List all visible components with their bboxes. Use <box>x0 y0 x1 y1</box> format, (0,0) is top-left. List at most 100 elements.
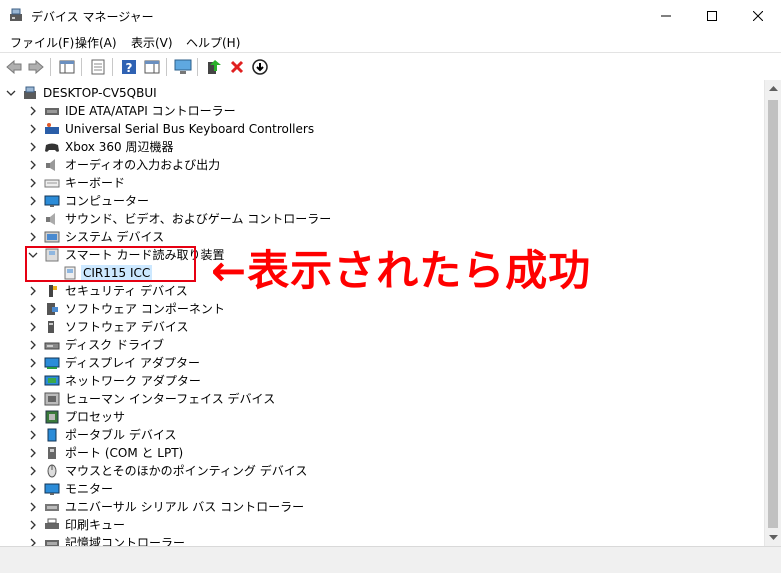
tree-category[interactable]: ポート (COM と LPT) <box>26 444 185 462</box>
tree-category[interactable]: IDE ATA/ATAPI コントローラー <box>26 102 238 120</box>
tree-category-label: サウンド、ビデオ、およびゲーム コントローラー <box>65 212 332 226</box>
chevron-right-icon[interactable] <box>26 120 40 138</box>
menu-file[interactable]: ファイル(F) <box>10 34 74 51</box>
tree-category[interactable]: ソフトウェア コンポーネント <box>26 300 227 318</box>
help-button[interactable]: ? <box>120 58 138 76</box>
chevron-right-icon[interactable] <box>26 462 40 480</box>
show-hide-console-tree-icon <box>59 60 75 74</box>
toolbar-separator <box>50 58 51 76</box>
menu-action[interactable]: 操作(A) <box>75 34 117 51</box>
tree-category[interactable]: ディスプレイ アダプター <box>26 354 202 372</box>
tree-category-label: ソフトウェア コンポーネント <box>65 302 225 316</box>
highlight-frame <box>25 246 196 282</box>
tree-category[interactable]: ヒューマン インターフェイス デバイス <box>26 390 277 408</box>
tree-category-label: ネットワーク アダプター <box>65 374 201 388</box>
tree-root[interactable]: DESKTOP-CV5QBUI <box>4 84 159 102</box>
chevron-right-icon[interactable] <box>26 516 40 534</box>
menu-help[interactable]: ヘルプ(H) <box>186 34 240 51</box>
chevron-right-icon[interactable] <box>26 408 40 426</box>
processor-icon <box>44 410 60 424</box>
system-device-icon <box>44 230 60 244</box>
tree-category[interactable]: セキュリティ デバイス <box>26 282 190 300</box>
uninstall-icon <box>230 60 244 74</box>
chevron-right-icon[interactable] <box>26 426 40 444</box>
update-driver-button[interactable] <box>205 58 223 76</box>
chevron-right-icon[interactable] <box>26 300 40 318</box>
chevron-right-icon[interactable] <box>26 480 40 498</box>
device-manager-app-icon <box>9 8 23 22</box>
scan-hardware-button[interactable] <box>174 58 192 76</box>
forward-button[interactable] <box>27 58 45 76</box>
chevron-right-icon[interactable] <box>26 138 40 156</box>
annotation-text: ←表示されたら成功 <box>211 246 592 295</box>
tree-category[interactable]: コンピューター <box>26 192 151 210</box>
tree-category[interactable]: ポータブル デバイス <box>26 426 178 444</box>
chevron-right-icon[interactable] <box>26 444 40 462</box>
chevron-right-icon[interactable] <box>26 282 40 300</box>
properties-button[interactable] <box>89 58 107 76</box>
disable-device-button[interactable] <box>251 58 269 76</box>
chevron-right-icon[interactable] <box>26 318 40 336</box>
tree-category[interactable]: マウスとそのほかのポインティング デバイス <box>26 462 309 480</box>
help-icon: ? <box>122 60 136 75</box>
tree-category[interactable]: サウンド、ビデオ、およびゲーム コントローラー <box>26 210 333 228</box>
show-hide-console-tree-button[interactable] <box>58 58 76 76</box>
storage-controller-icon <box>44 536 60 546</box>
chevron-right-icon[interactable] <box>26 174 40 192</box>
tree-category[interactable]: ディスク ドライブ <box>26 336 166 354</box>
tree-category-label: ディスプレイ アダプター <box>65 356 200 370</box>
chevron-right-icon[interactable] <box>26 102 40 120</box>
chevron-down-icon[interactable] <box>4 84 18 102</box>
tree-category-label: 印刷キュー <box>65 518 126 532</box>
chevron-right-icon[interactable] <box>26 156 40 174</box>
chevron-right-icon[interactable] <box>26 210 40 228</box>
tree-category-label: ポート (COM と LPT) <box>65 446 184 460</box>
chevron-right-icon[interactable] <box>26 390 40 408</box>
keyboard-controller-icon <box>44 122 60 136</box>
update-driver-icon <box>208 60 221 74</box>
tree-category[interactable]: プロセッサ <box>26 408 127 426</box>
sound-icon <box>44 212 60 226</box>
tree-category-label: コンピューター <box>65 194 150 208</box>
tree-category[interactable]: Universal Serial Bus Keyboard Controller… <box>26 120 316 138</box>
tree-category[interactable]: オーディオの入力および出力 <box>26 156 222 174</box>
chevron-right-icon[interactable] <box>26 354 40 372</box>
network-adapter-icon <box>44 374 60 388</box>
toolbar-separator <box>197 58 198 76</box>
title-bar: デバイス マネージャー <box>0 0 781 31</box>
tree-category[interactable]: 印刷キュー <box>26 516 127 534</box>
tree-category[interactable]: Xbox 360 周辺機器 <box>26 138 175 156</box>
chevron-right-icon[interactable] <box>26 534 40 546</box>
tree-category[interactable]: キーボード <box>26 174 127 192</box>
chevron-right-icon[interactable] <box>26 228 40 246</box>
action-pane-button[interactable] <box>143 58 161 76</box>
toolbar: ? <box>0 52 781 81</box>
minimize-button[interactable] <box>643 0 689 31</box>
menu-bar: ファイル(F) 操作(A) 表示(V) ヘルプ(H) <box>0 31 781 52</box>
tree-category[interactable]: モニター <box>26 480 115 498</box>
tree-category[interactable]: 記憶域コントローラー <box>26 534 187 546</box>
disable-device-icon <box>252 59 268 75</box>
minimize-icon <box>661 15 671 16</box>
menu-view[interactable]: 表示(V) <box>131 34 173 51</box>
vertical-scrollbar[interactable] <box>764 80 781 546</box>
window-title: デバイス マネージャー <box>31 10 154 24</box>
tree-category-label: ユニバーサル シリアル バス コントローラー <box>65 500 305 514</box>
tree-category[interactable]: ソフトウェア デバイス <box>26 318 190 336</box>
scrollbar-thumb[interactable] <box>768 100 778 528</box>
toolbar-separator <box>112 58 113 76</box>
uninstall-device-button[interactable] <box>228 58 246 76</box>
tree-category[interactable]: ユニバーサル シリアル バス コントローラー <box>26 498 306 516</box>
tree-category[interactable]: システム デバイス <box>26 228 166 246</box>
tree-category[interactable]: ネットワーク アダプター <box>26 372 203 390</box>
close-button[interactable] <box>735 0 781 31</box>
back-button[interactable] <box>5 58 23 76</box>
tree-category-label: ソフトウェア デバイス <box>65 320 189 334</box>
chevron-right-icon[interactable] <box>26 336 40 354</box>
maximize-button[interactable] <box>689 0 735 31</box>
chevron-right-icon[interactable] <box>26 372 40 390</box>
ide-controller-icon <box>44 104 60 118</box>
chevron-right-icon[interactable] <box>26 498 40 516</box>
scroll-down-icon <box>769 535 778 540</box>
chevron-right-icon[interactable] <box>26 192 40 210</box>
